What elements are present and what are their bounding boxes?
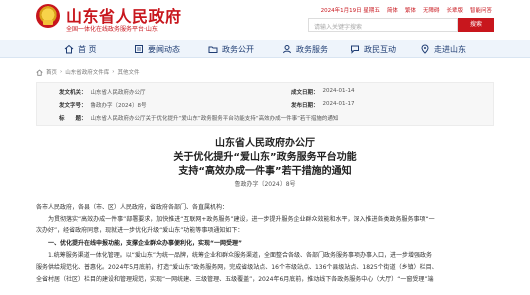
doc-title-line1: 山东省人民政府办公厅	[215, 138, 315, 149]
title-value: 山东省人民政府办公厅关于优化提升“爱山东”政务服务平台功能支持“高效办成一件事”…	[90, 116, 339, 122]
doc-title-line2: 关于优化提升“爱山东”政务服务平台功能	[173, 152, 357, 163]
paragraph-line: 为贯彻落实“高效办成一件事”部署要求，加快推进“互联网+政务服务”建设，进一步提…	[48, 216, 435, 223]
home-icon	[64, 44, 74, 54]
nav-label: 走进山东	[434, 44, 466, 54]
accessibility-link[interactable]: 无障碍	[423, 6, 440, 14]
simplified-link[interactable]: 简体	[387, 6, 398, 14]
date-row: 成文日期： 2024-01-14	[291, 88, 355, 96]
location-icon	[421, 44, 429, 54]
top-utility-bar: 2024年1月19日 星期五 简体 繁体 无障碍 长辈版 智能问答	[321, 6, 492, 14]
nav-item-interaction[interactable]: 政民互动	[350, 40, 396, 58]
issuer-row: 发文机关： 山东省人民政府办公厅	[59, 90, 146, 96]
nav-label: 首 页	[78, 44, 97, 54]
search-button[interactable]: 搜索	[458, 18, 494, 32]
breadcrumb: 首页 › 山东省政府文件库 › 其他文件	[36, 68, 139, 76]
document-metadata: 发文机关： 山东省人民政府办公厅 成文日期： 2024-01-14 发文字号： …	[36, 82, 494, 126]
main-nav: 首 页 要闻动态 政务公开 政务服务 政民互动 走进山东	[0, 40, 530, 58]
nav-label: 政务公开	[222, 44, 254, 54]
docno-value: 鲁政办字〔2024〕8号	[90, 103, 147, 109]
publish-row: 发布日期： 2024-01-17	[291, 101, 355, 109]
home-icon	[36, 68, 43, 76]
nav-item-gov-service[interactable]: 政务服务	[282, 40, 328, 58]
doc-title-line3: 支持“高效办成一件事”若干措施的通知	[178, 166, 352, 177]
nav-item-home[interactable]: 首 页	[64, 40, 97, 58]
current-date: 2024年1月19日 星期五	[320, 8, 380, 14]
smart-qa-link[interactable]: 智能问答	[470, 6, 492, 14]
salutation: 各市人民政府，各县（市、区）人民政府，省政府各部门、各直属机构：	[36, 204, 229, 211]
folder-icon	[208, 46, 218, 53]
paragraph-line: 次办好”，经省政府同意，现就进一步优化升级“爱山东”功能等事项通知如下：	[36, 227, 244, 234]
nav-label: 要闻动态	[148, 44, 180, 54]
search-input[interactable]: 请输入关键字搜索	[308, 18, 458, 32]
doc-number: 鲁政办字〔2024〕8号	[234, 181, 296, 188]
chat-icon	[351, 45, 359, 54]
publish-value: 2024-01-17	[322, 101, 355, 107]
breadcrumb-library[interactable]: 山东省政府文件库	[65, 68, 109, 76]
service-icon	[283, 45, 291, 54]
nav-item-about-shandong[interactable]: 走进山东	[420, 40, 466, 58]
site-header: 山东省人民政府 全国一体化在线政务服务平台·山东 2024年1月19日 星期五 …	[0, 0, 530, 40]
date-value: 2024-01-14	[322, 88, 355, 94]
breadcrumb-home[interactable]: 首页	[46, 68, 57, 76]
nav-item-gov-open[interactable]: 政务公开	[208, 40, 254, 58]
nav-item-news[interactable]: 要闻动态	[134, 40, 180, 58]
site-subtitle: 全国一体化在线政务服务平台·山东	[66, 26, 158, 33]
paragraph-line: 全省村居（社区）栏目的建设和管理规范，实现“一网统建、三级管理、五级覆盖”，20…	[36, 276, 434, 283]
title-row: 标 题： 山东省人民政府办公厅关于优化提升“爱山东”政务服务平台功能支持“高效办…	[59, 116, 339, 122]
national-emblem-logo	[36, 4, 60, 28]
elder-mode-link[interactable]: 长辈版	[446, 6, 463, 14]
news-icon	[135, 45, 143, 53]
paragraph-line: 1.统筹服务渠道一体化管理。以“爱山东”为统一品牌，统筹企业和群众服务渠道，全面…	[48, 252, 432, 259]
paragraph-line: 服务供给规范化、普惠化。2024年5月底前，打造“爱山东”政务服务网，完成省级站…	[36, 264, 438, 271]
issuer-value: 山东省人民政府办公厅	[90, 90, 146, 96]
traditional-link[interactable]: 繁体	[405, 6, 416, 14]
section-heading: 一、优化提升在线申报功能，支撑企业群众办事便利化，实现“一网受理”	[48, 240, 242, 247]
docno-row: 发文字号： 鲁政办字〔2024〕8号	[59, 103, 147, 109]
breadcrumb-other-files[interactable]: 其他文件	[117, 68, 139, 76]
nav-label: 政务服务	[296, 44, 328, 54]
nav-label: 政民互动	[364, 44, 396, 54]
